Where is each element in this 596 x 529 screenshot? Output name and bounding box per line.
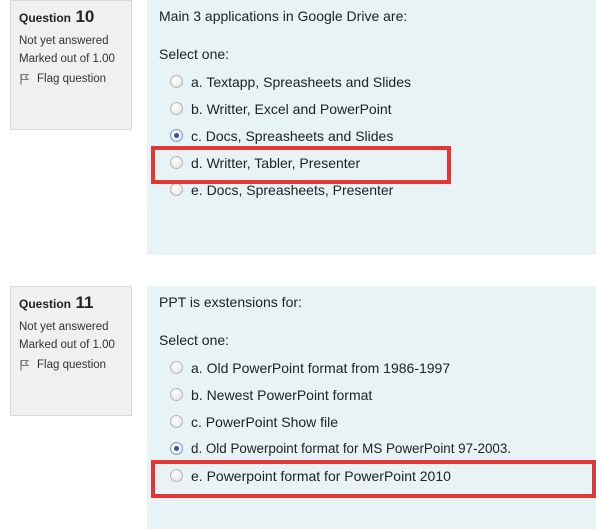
option-label: e. Powerpoint format for PowerPoint 2010 — [191, 467, 451, 484]
question-label: Question — [19, 11, 72, 25]
answer-option-b[interactable]: b. Writter, Excel and PowerPoint — [170, 95, 596, 122]
flag-icon — [20, 360, 30, 371]
radio-button[interactable] — [170, 183, 183, 196]
option-label: c. PowerPoint Show file — [191, 413, 339, 430]
answer-option-d[interactable]: d. Writter, Tabler, Presenter — [170, 149, 596, 176]
radio-button[interactable] — [170, 361, 183, 374]
answer-option-c[interactable]: c. Docs, Spreasheets and Slides — [170, 122, 596, 149]
question-10: Question 10 Not yet answered Marked out … — [0, 0, 596, 255]
answer-option-e[interactable]: e. Docs, Spreasheets, Presenter — [170, 176, 596, 203]
option-label: d. Writter, Tabler, Presenter — [191, 154, 361, 171]
question-number-value: 11 — [75, 293, 94, 312]
answer-option-c[interactable]: c. PowerPoint Show file — [170, 408, 596, 435]
answer-options: a. Old PowerPoint format from 1986-1997 … — [170, 354, 596, 489]
question-content: Main 3 applications in Google Drive are:… — [147, 0, 596, 255]
question-number: Question 10 — [19, 7, 123, 27]
flag-question-label: Flag question — [37, 73, 107, 85]
question-label: Question — [19, 297, 72, 311]
answer-option-e[interactable]: e. Powerpoint format for PowerPoint 2010 — [170, 462, 596, 489]
radio-button[interactable] — [170, 469, 183, 482]
answer-options: a. Textapp, Spreasheets and Slides b. Wr… — [170, 68, 596, 203]
option-label: a. Textapp, Spreasheets and Slides — [191, 73, 412, 90]
question-info: Question 11 Not yet answered Marked out … — [10, 286, 132, 416]
question-number: Question 11 — [19, 293, 123, 313]
question-text: Main 3 applications in Google Drive are: — [159, 8, 408, 24]
option-label: c. Docs, Spreasheets and Slides — [191, 127, 394, 144]
radio-button[interactable] — [170, 102, 183, 115]
option-label: a. Old PowerPoint format from 1986-1997 — [191, 359, 451, 376]
radio-button-selected[interactable] — [170, 442, 183, 455]
question-content: PPT is exstensions for: Select one: a. O… — [147, 286, 596, 529]
answer-option-a[interactable]: a. Textapp, Spreasheets and Slides — [170, 68, 596, 95]
question-state: Not yet answered — [19, 35, 109, 47]
select-one-prompt: Select one: — [159, 46, 230, 62]
answer-option-a[interactable]: a. Old PowerPoint format from 1986-1997 — [170, 354, 596, 381]
question-info: Question 10 Not yet answered Marked out … — [10, 0, 132, 130]
question-state: Not yet answered — [19, 321, 109, 333]
flag-question-link[interactable]: Flag question — [19, 359, 123, 371]
radio-button-selected[interactable] — [170, 129, 183, 142]
radio-button[interactable] — [170, 156, 183, 169]
radio-button[interactable] — [170, 75, 183, 88]
question-number-value: 10 — [75, 7, 95, 26]
radio-button[interactable] — [170, 415, 183, 428]
answer-option-d[interactable]: d. Old Powerpoint format for MS PowerPoi… — [170, 435, 596, 462]
flag-icon — [20, 74, 30, 85]
option-label: d. Old Powerpoint format for MS PowerPoi… — [191, 441, 512, 456]
answer-option-b[interactable]: b. Newest PowerPoint format — [170, 381, 596, 408]
option-label: b. Writter, Excel and PowerPoint — [191, 100, 392, 117]
question-text: PPT is exstensions for: — [159, 294, 302, 310]
radio-button[interactable] — [170, 388, 183, 401]
question-grade: Marked out of 1.00 — [19, 53, 115, 65]
select-one-prompt: Select one: — [159, 332, 230, 348]
question-grade: Marked out of 1.00 — [19, 339, 115, 351]
option-label: b. Newest PowerPoint format — [191, 386, 373, 403]
question-11: Question 11 Not yet answered Marked out … — [0, 286, 596, 529]
flag-question-link[interactable]: Flag question — [19, 73, 123, 85]
option-label: e. Docs, Spreasheets, Presenter — [191, 181, 394, 198]
flag-question-label: Flag question — [37, 359, 107, 371]
